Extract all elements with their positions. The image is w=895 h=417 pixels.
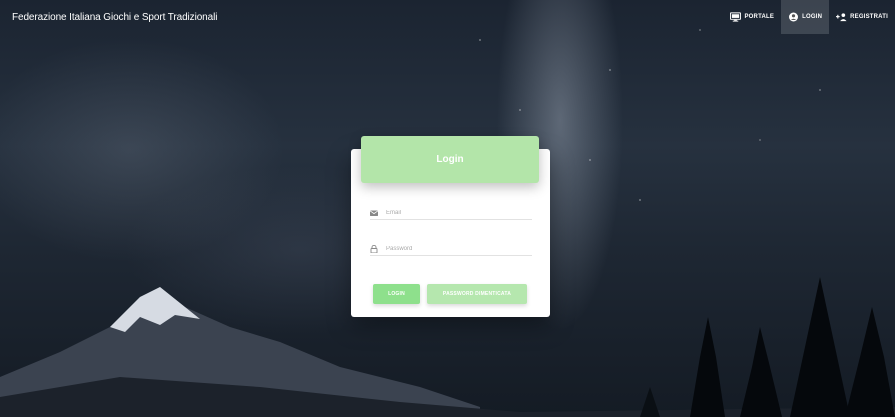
user-plus-icon: [836, 13, 847, 22]
email-field: [370, 206, 532, 220]
user-circle-icon: [789, 12, 799, 22]
password-input[interactable]: [386, 245, 526, 252]
nav-menu: PORTALE LOGIN REGISTRATI: [723, 0, 895, 34]
monitor-icon: [730, 12, 742, 22]
email-input[interactable]: [386, 209, 526, 216]
brand-title[interactable]: Federazione Italiana Giochi e Sport Trad…: [12, 12, 217, 23]
nav-item-login-label: LOGIN: [802, 14, 823, 20]
nav-item-portale-label: PORTALE: [744, 14, 775, 20]
login-button[interactable]: LOGIN: [373, 284, 420, 304]
forgot-password-button[interactable]: PASSWORD DIMENTICATA: [427, 284, 527, 304]
password-field: [370, 242, 532, 256]
login-title: Login: [436, 154, 464, 165]
nav-item-login[interactable]: LOGIN: [781, 0, 830, 34]
login-card-header: Login: [361, 136, 539, 183]
nav-item-registrati-label: REGISTRATI: [850, 14, 888, 20]
nav-item-registrati[interactable]: REGISTRATI: [829, 0, 895, 34]
nav-item-portale[interactable]: PORTALE: [723, 0, 781, 34]
lock-icon: [370, 244, 378, 253]
envelope-icon: [370, 209, 378, 216]
top-navbar: Federazione Italiana Giochi e Sport Trad…: [0, 0, 895, 34]
